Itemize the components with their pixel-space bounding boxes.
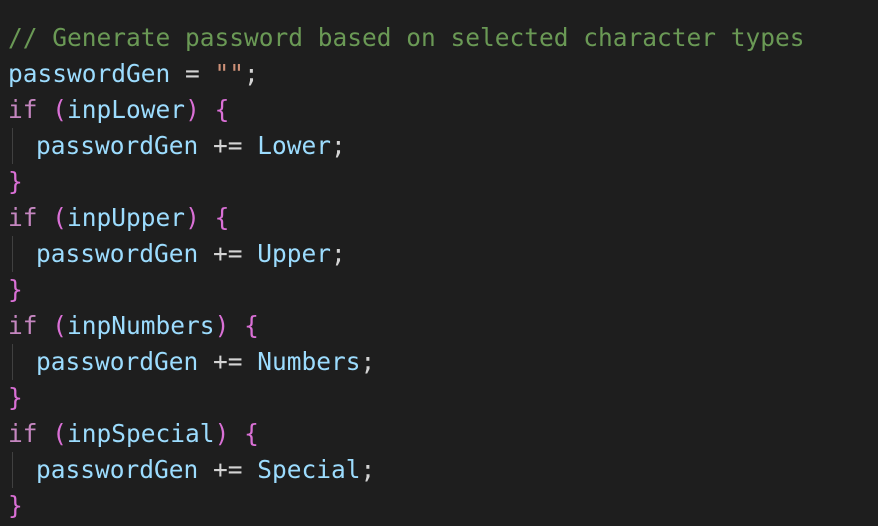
close-paren-token: ) [185, 203, 200, 232]
code-line-comment: // Generate password based on selected c… [8, 20, 878, 56]
open-paren-token: ( [52, 95, 68, 124]
semicolon-token: ; [244, 59, 259, 88]
operator-token: += [198, 347, 258, 376]
operator-token: += [198, 131, 258, 160]
close-brace-token: } [8, 275, 23, 304]
semicolon-token: ; [360, 347, 376, 376]
source-token: Upper [257, 239, 332, 268]
code-line-if: if (inpUpper) { [8, 200, 878, 236]
open-brace-token: { [229, 311, 259, 340]
keyword-token: if [8, 311, 38, 340]
code-line-close: } [8, 380, 878, 416]
source-token: Lower [257, 131, 332, 160]
code-line-init: passwordGen = ""; [8, 56, 878, 92]
keyword-token: if [8, 419, 38, 448]
variable-token: passwordGen [36, 455, 199, 484]
open-brace-token: { [199, 203, 230, 232]
source-token: Special [257, 455, 361, 484]
close-brace-token: } [8, 167, 23, 196]
operator-token: = [170, 59, 215, 88]
code-line-close: } [8, 272, 878, 308]
open-brace-token: { [199, 95, 230, 124]
condition-token: inpSpecial [67, 419, 215, 448]
code-line-close: } [8, 164, 878, 200]
condition-token: inpUpper [67, 203, 186, 232]
variable-token: passwordGen [36, 239, 199, 268]
close-paren-token: ) [214, 419, 230, 448]
keyword-token: if [8, 203, 38, 232]
variable-token: passwordGen [36, 347, 199, 376]
code-line-if: if (inpLower) { [8, 92, 878, 128]
close-paren-token: ) [185, 95, 200, 124]
semicolon-token: ; [360, 455, 376, 484]
code-line-body: passwordGen += Numbers; [8, 344, 878, 380]
source-token: Numbers [257, 347, 361, 376]
close-paren-token: ) [214, 311, 230, 340]
variable-token: passwordGen [8, 59, 171, 88]
condition-token: inpLower [67, 95, 186, 124]
code-line-close: } [8, 488, 878, 524]
condition-token: inpNumbers [67, 311, 215, 340]
code-line-body: passwordGen += Upper; [8, 236, 878, 272]
close-brace-token: } [8, 491, 23, 520]
code-comment: // Generate password based on selected c… [8, 23, 805, 52]
semicolon-token: ; [331, 239, 346, 268]
code-line-if: if (inpSpecial) { [8, 416, 878, 452]
indent-guide [12, 452, 13, 488]
string-literal: "" [214, 59, 245, 88]
indent-guide [12, 236, 13, 272]
operator-token: += [198, 455, 258, 484]
open-paren-token: ( [52, 419, 68, 448]
code-line-body: passwordGen += Special; [8, 452, 878, 488]
code-editor[interactable]: // Generate password based on selected c… [0, 0, 878, 526]
variable-token: passwordGen [36, 131, 199, 160]
open-brace-token: { [229, 419, 259, 448]
indent-guide [12, 128, 13, 164]
open-paren-token: ( [52, 311, 68, 340]
close-brace-token: } [8, 383, 23, 412]
indent-guide [12, 344, 13, 380]
keyword-token: if [8, 95, 38, 124]
code-line-if: if (inpNumbers) { [8, 308, 878, 344]
code-line-body: passwordGen += Lower; [8, 128, 878, 164]
semicolon-token: ; [331, 131, 346, 160]
operator-token: += [198, 239, 258, 268]
open-paren-token: ( [52, 203, 68, 232]
